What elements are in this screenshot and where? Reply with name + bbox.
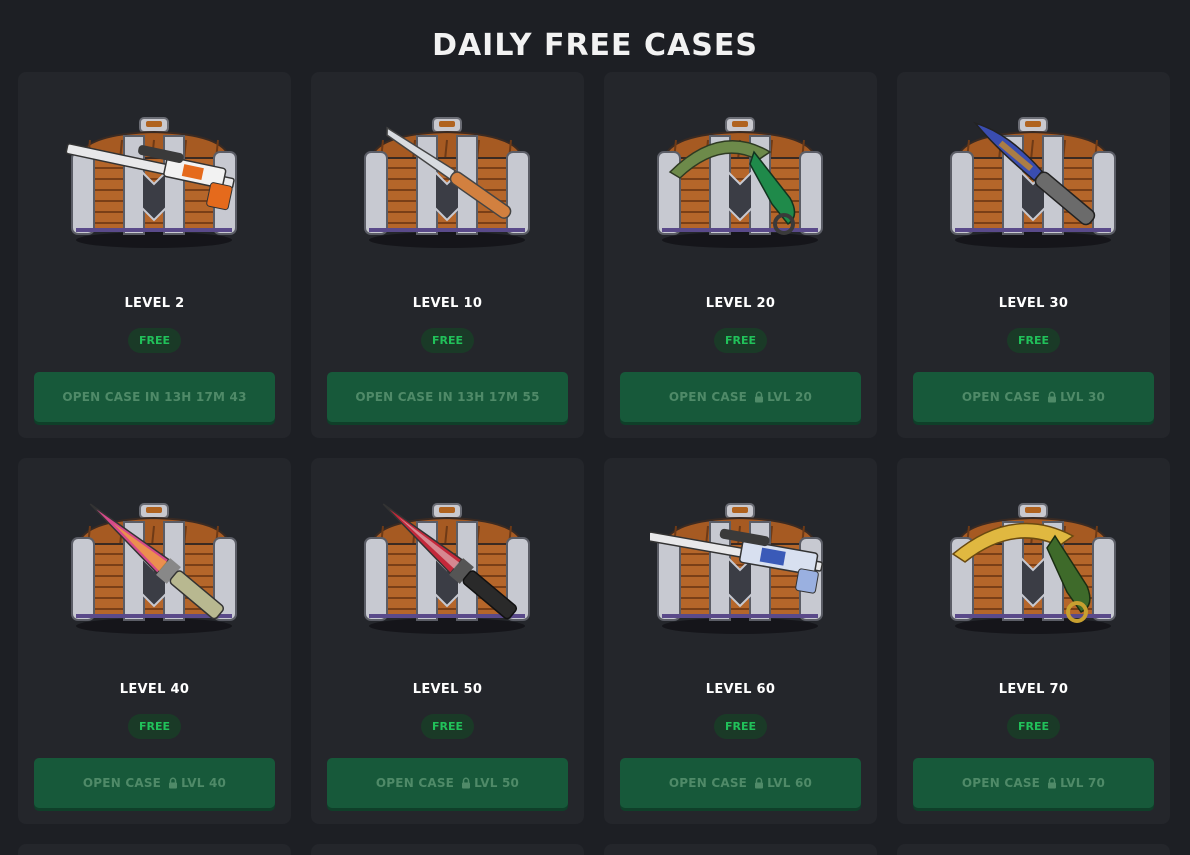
case-card-partial: [897, 844, 1170, 855]
case-card-partial: [604, 844, 877, 855]
case-level-label: LEVEL 50: [412, 682, 483, 697]
open-case-button-label: OPEN CASE: [375, 776, 455, 790]
open-case-button[interactable]: OPEN CASE LVL 70: [913, 758, 1154, 808]
case-chest-icon: [364, 117, 530, 248]
case-level-label: LEVEL 10: [412, 296, 483, 311]
open-case-button-label: OPEN CASE: [82, 776, 162, 790]
free-badge: FREE: [128, 714, 181, 739]
level-requirement-label: LVL 50: [474, 776, 520, 790]
case-grid: LEVEL 2 FREE OPEN CASE IN 13H 17M 43 LEV…: [18, 72, 1172, 824]
open-case-button-label: OPEN CASE: [961, 776, 1041, 790]
free-badge: FREE: [421, 328, 474, 353]
lock-icon: [755, 391, 764, 403]
case-level-label: LEVEL 20: [705, 296, 776, 311]
free-badge: FREE: [714, 714, 767, 739]
case-level-label: LEVEL 2: [124, 296, 185, 311]
case-chest-icon: [950, 117, 1116, 248]
open-case-button[interactable]: OPEN CASE IN 13H 17M 43: [34, 372, 275, 422]
case-chest-icon: [364, 503, 530, 634]
level-requirement: LVL 40: [167, 776, 226, 790]
case-chest-icon: [950, 503, 1116, 634]
level-requirement: LVL 60: [753, 776, 812, 790]
open-case-button[interactable]: OPEN CASE LVL 20: [620, 372, 861, 422]
case-chest-icon: [65, 117, 237, 248]
case-card: LEVEL 60 FREE OPEN CASE LVL 60: [604, 458, 877, 824]
level-requirement-label: LVL 20: [767, 390, 813, 404]
lock-icon: [1048, 391, 1057, 403]
case-card: LEVEL 10 FREE OPEN CASE IN 13H 17M 55: [311, 72, 584, 438]
case-card: LEVEL 70 FREE OPEN CASE LVL 70: [897, 458, 1170, 824]
open-case-button-label: OPEN CASE IN 13H 17M 43: [62, 390, 247, 404]
level-requirement: LVL 50: [460, 776, 519, 790]
level-requirement: LVL 70: [1046, 776, 1105, 790]
level-requirement-label: LVL 70: [1060, 776, 1106, 790]
case-level-label: LEVEL 60: [705, 682, 776, 697]
open-case-button[interactable]: OPEN CASE LVL 60: [620, 758, 861, 808]
open-case-button-label: OPEN CASE: [668, 776, 748, 790]
next-row-cards: [18, 844, 1172, 855]
case-card: LEVEL 2 FREE OPEN CASE IN 13H 17M 43: [18, 72, 291, 438]
lock-icon: [755, 777, 764, 789]
daily-free-cases-page: DAILY FREE CASES LEVEL 2 FREE OPEN CASE …: [0, 0, 1190, 855]
open-case-button-label: OPEN CASE: [961, 390, 1041, 404]
free-badge: FREE: [1007, 328, 1060, 353]
open-case-button[interactable]: OPEN CASE LVL 40: [34, 758, 275, 808]
page-title: DAILY FREE CASES: [432, 28, 758, 63]
free-badge: FREE: [421, 714, 474, 739]
case-chest-icon: [650, 503, 823, 634]
lock-icon: [169, 777, 178, 789]
case-level-label: LEVEL 30: [998, 296, 1069, 311]
lock-icon: [462, 777, 471, 789]
case-card-partial: [18, 844, 291, 855]
open-case-button-label: OPEN CASE IN 13H 17M 55: [355, 390, 540, 404]
level-requirement: LVL 30: [1046, 390, 1105, 404]
case-card-partial: [311, 844, 584, 855]
level-requirement: LVL 20: [753, 390, 812, 404]
case-card: LEVEL 40 FREE OPEN CASE LVL 40: [18, 458, 291, 824]
case-level-label: LEVEL 40: [119, 682, 190, 697]
case-chest-icon: [657, 117, 823, 248]
open-case-button[interactable]: OPEN CASE LVL 50: [327, 758, 568, 808]
case-chest-icon: [71, 503, 237, 634]
open-case-button[interactable]: OPEN CASE LVL 30: [913, 372, 1154, 422]
case-card: LEVEL 20 FREE OPEN CASE LVL 20: [604, 72, 877, 438]
level-requirement-label: LVL 30: [1060, 390, 1106, 404]
open-case-button[interactable]: OPEN CASE IN 13H 17M 55: [327, 372, 568, 422]
level-requirement-label: LVL 40: [181, 776, 227, 790]
free-badge: FREE: [1007, 714, 1060, 739]
case-level-label: LEVEL 70: [998, 682, 1069, 697]
level-requirement-label: LVL 60: [767, 776, 813, 790]
open-case-button-label: OPEN CASE: [668, 390, 748, 404]
lock-icon: [1048, 777, 1057, 789]
case-card: LEVEL 50 FREE OPEN CASE LVL 50: [311, 458, 584, 824]
free-badge: FREE: [714, 328, 767, 353]
free-badge: FREE: [128, 328, 181, 353]
case-card: LEVEL 30 FREE OPEN CASE LVL 30: [897, 72, 1170, 438]
